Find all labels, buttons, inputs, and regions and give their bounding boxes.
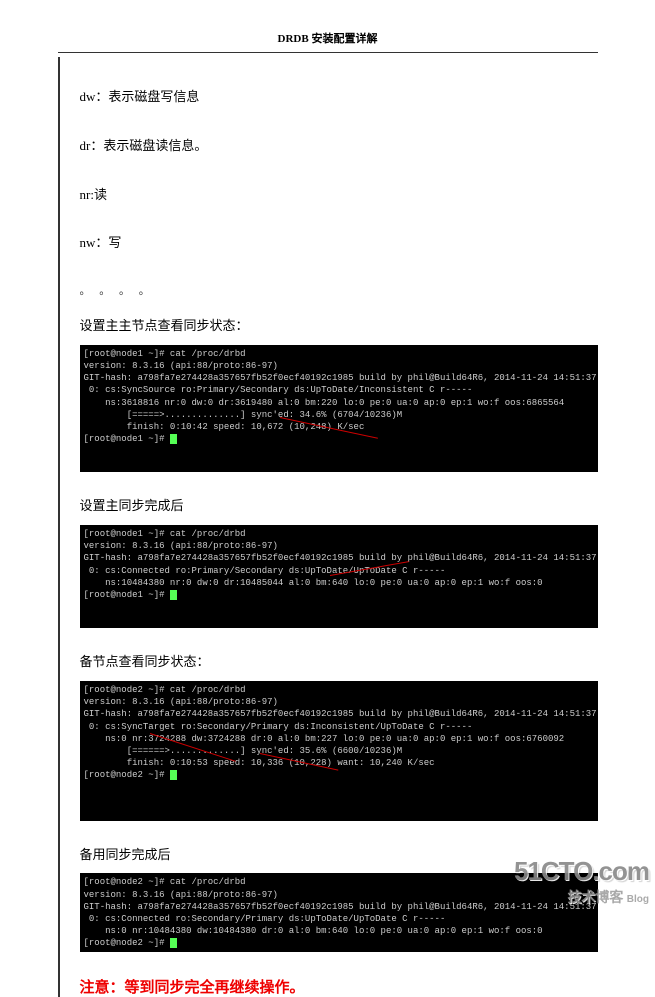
terminal-1: [root@node1 ~]# cat /proc/drbd version: … [80, 345, 598, 472]
line-nr: nr:读 [80, 185, 598, 206]
watermark-sub: 技术博客 [567, 889, 623, 905]
watermark-small: Blog [627, 894, 649, 905]
terminal-2: [root@node1 ~]# cat /proc/drbd version: … [80, 525, 598, 628]
cursor-icon [170, 434, 177, 444]
section2-title: 设置主同步完成后 [80, 496, 598, 517]
page-header: DRDB 安装配置详解 [58, 30, 598, 53]
terminal-3-text: [root@node2 ~]# cat /proc/drbd version: … [84, 685, 597, 780]
watermark: 51CTO.com 技术博客 Blog [514, 856, 649, 907]
terminal-3: [root@node2 ~]# cat /proc/drbd version: … [80, 681, 598, 821]
line-dr: dr：表示磁盘读信息。 [80, 136, 598, 157]
watermark-main: 51CTO.com [514, 856, 649, 887]
cursor-icon [170, 938, 177, 948]
section1-title: 设置主主节点查看同步状态： [80, 316, 598, 337]
line-nw: nw：写 [80, 233, 598, 254]
cursor-icon [170, 590, 177, 600]
line-dots: 。 。 。 。 [80, 282, 598, 298]
warning-text: 注意：等到同步完全再继续操作。 [80, 976, 598, 997]
terminal-2-text: [root@node1 ~]# cat /proc/drbd version: … [84, 529, 597, 600]
cursor-icon [170, 770, 177, 780]
line-dw: dw：表示磁盘写信息 [80, 87, 598, 108]
section3-title: 备节点查看同步状态： [80, 652, 598, 673]
